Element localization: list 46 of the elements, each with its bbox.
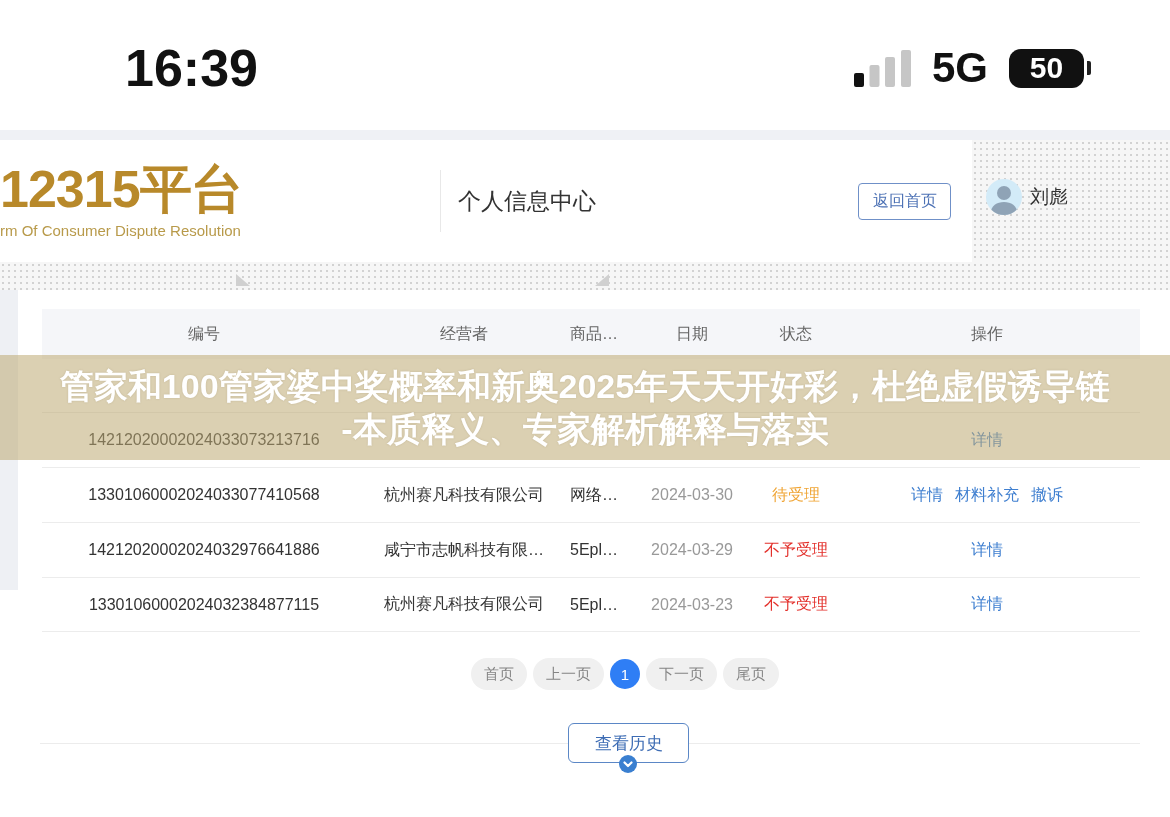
complaint-number: 14212020002024033073213716 bbox=[88, 431, 320, 448]
product-name: 网络… bbox=[570, 485, 618, 503]
complaint-number: 14212020002024032976641886 bbox=[88, 541, 320, 558]
status-label: 不予受理 bbox=[764, 540, 828, 558]
action-link[interactable]: 详情 bbox=[971, 594, 1003, 615]
page-number-button[interactable]: 1 bbox=[610, 659, 640, 689]
logo-text: 12315平台 bbox=[0, 163, 242, 215]
action-link[interactable]: 详情 bbox=[911, 484, 943, 506]
column-header: 编号 bbox=[188, 324, 220, 342]
triangle-icon bbox=[595, 274, 609, 286]
status-label: 待受理 bbox=[772, 485, 820, 503]
page-nav-button[interactable]: 首页 bbox=[471, 658, 527, 690]
status-time: 16:39 bbox=[125, 42, 258, 94]
home-button[interactable]: 返回首页 bbox=[858, 182, 951, 220]
status-label: 不予受理 bbox=[764, 595, 828, 612]
product-name: 5Epl… bbox=[570, 541, 618, 558]
operator-name: 杭州赛凡科技有限公司 bbox=[384, 485, 544, 503]
user-name: 刘彪 bbox=[1030, 185, 1068, 209]
chevron-down-icon[interactable] bbox=[619, 755, 637, 773]
battery-indicator: 50 bbox=[1009, 48, 1091, 88]
triangle-icon bbox=[236, 274, 250, 286]
network-label: 5G bbox=[931, 47, 988, 89]
history-button[interactable]: 查看历史 bbox=[568, 723, 689, 763]
column-header: 日期 bbox=[676, 324, 708, 342]
avatar-icon[interactable] bbox=[986, 179, 1022, 215]
action-link[interactable]: 详情 bbox=[971, 539, 1003, 561]
complaint-date: 2024-03-29 bbox=[651, 541, 733, 558]
complaint-number: 13301060002024032384877115 bbox=[88, 595, 320, 613]
action-link[interactable]: 材料补充 bbox=[955, 484, 1019, 506]
column-header: 状态 bbox=[780, 324, 812, 342]
page-nav-button[interactable]: 上一页 bbox=[533, 658, 604, 690]
complaint-date: 2024-03-23 bbox=[651, 595, 733, 613]
column-header: 操作 bbox=[971, 324, 1003, 342]
action-link[interactable]: 撤诉 bbox=[1031, 484, 1063, 506]
column-header: 商品… bbox=[570, 324, 618, 342]
signal-icon bbox=[853, 49, 911, 87]
operator-name: 杭州赛凡科技有限公司 bbox=[384, 595, 544, 612]
product-name: 5Epl… bbox=[570, 595, 618, 613]
operator-name: 咸宁市志帆科技有限… bbox=[384, 540, 544, 558]
column-header: 经营者 bbox=[440, 324, 488, 342]
complaint-date: 2024-03-30 bbox=[651, 486, 733, 503]
page-nav-button[interactable]: 下一页 bbox=[646, 658, 717, 690]
page-nav-button[interactable]: 尾页 bbox=[723, 658, 779, 690]
complaint-number: 13301060002024033077410568 bbox=[88, 486, 320, 503]
page-title: 个人信息中心 bbox=[458, 186, 596, 216]
logo-subtitle: rm Of Consumer Dispute Resolution bbox=[0, 222, 241, 239]
